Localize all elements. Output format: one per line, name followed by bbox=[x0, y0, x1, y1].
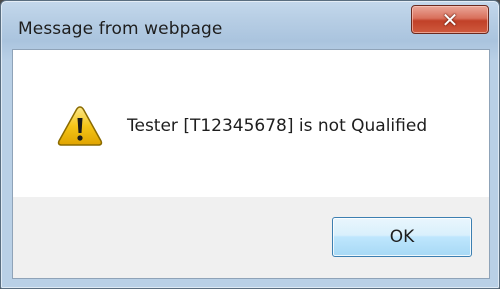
close-button[interactable]: ✕ bbox=[411, 5, 489, 34]
close-icon: ✕ bbox=[441, 7, 459, 32]
dialog-content: Tester [T12345678] is not Qualified OK bbox=[12, 49, 490, 279]
dialog-titlebar[interactable]: Message from webpage ✕ bbox=[1, 1, 500, 41]
dialog-title: Message from webpage bbox=[18, 19, 223, 39]
message-dialog: Message from webpage ✕ Tester [T12345678… bbox=[0, 0, 500, 289]
warning-icon bbox=[57, 106, 103, 146]
ok-button[interactable]: OK bbox=[332, 217, 472, 257]
message-area: Tester [T12345678] is not Qualified bbox=[13, 50, 489, 197]
message-text: Tester [T12345678] is not Qualified bbox=[127, 116, 428, 136]
